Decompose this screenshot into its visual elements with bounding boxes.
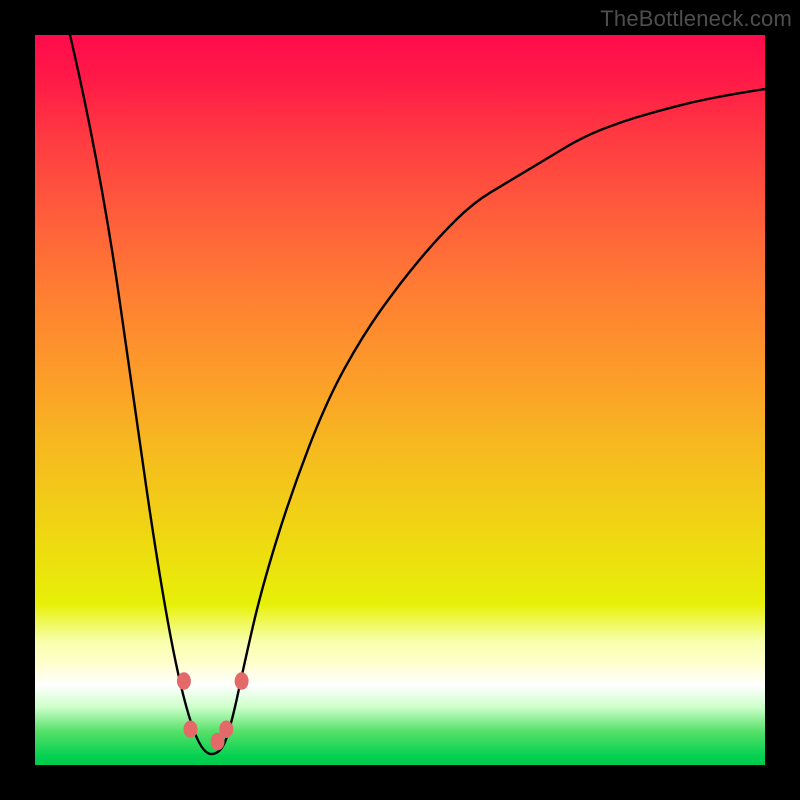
chart-container: TheBottleneck.com (0, 0, 800, 800)
curve-marker (219, 720, 233, 738)
curve-svg (35, 35, 765, 765)
curve-marker (235, 672, 249, 690)
bottleneck-curve (35, 35, 765, 754)
plot-area (35, 35, 765, 765)
curve-marker (183, 720, 197, 738)
curve-marker (177, 672, 191, 690)
watermark-label: TheBottleneck.com (600, 6, 792, 32)
